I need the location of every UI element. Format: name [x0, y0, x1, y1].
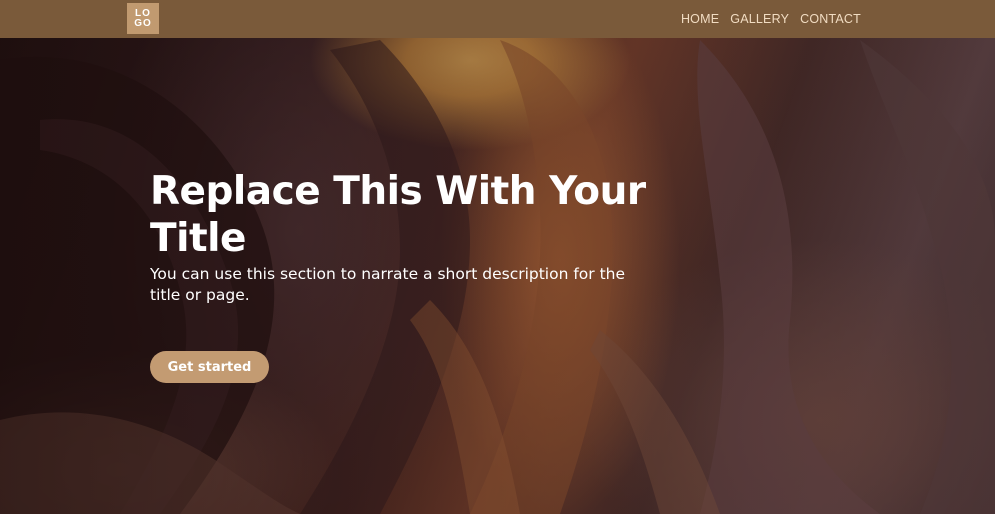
- nav-link-home[interactable]: HOME: [681, 12, 719, 26]
- main-nav: HOME GALLERY CONTACT: [681, 0, 861, 38]
- hero-description: You can use this section to narrate a sh…: [150, 265, 626, 304]
- nav-link-gallery[interactable]: GALLERY: [730, 12, 789, 26]
- logo-text-line1: LO: [135, 7, 151, 19]
- logo[interactable]: LO GO: [127, 3, 159, 34]
- logo-text-line2: GO: [134, 17, 152, 29]
- hero-content: Replace This With Your Title You can use…: [150, 168, 710, 306]
- nav-link-contact[interactable]: CONTACT: [800, 12, 861, 26]
- get-started-button[interactable]: Get started: [150, 351, 269, 383]
- landing-page: LO GO HOME GALLERY CONTACT Replace This …: [0, 0, 995, 514]
- hero-title: Replace This With Your Title: [150, 169, 646, 261]
- top-navbar: LO GO HOME GALLERY CONTACT: [0, 0, 995, 38]
